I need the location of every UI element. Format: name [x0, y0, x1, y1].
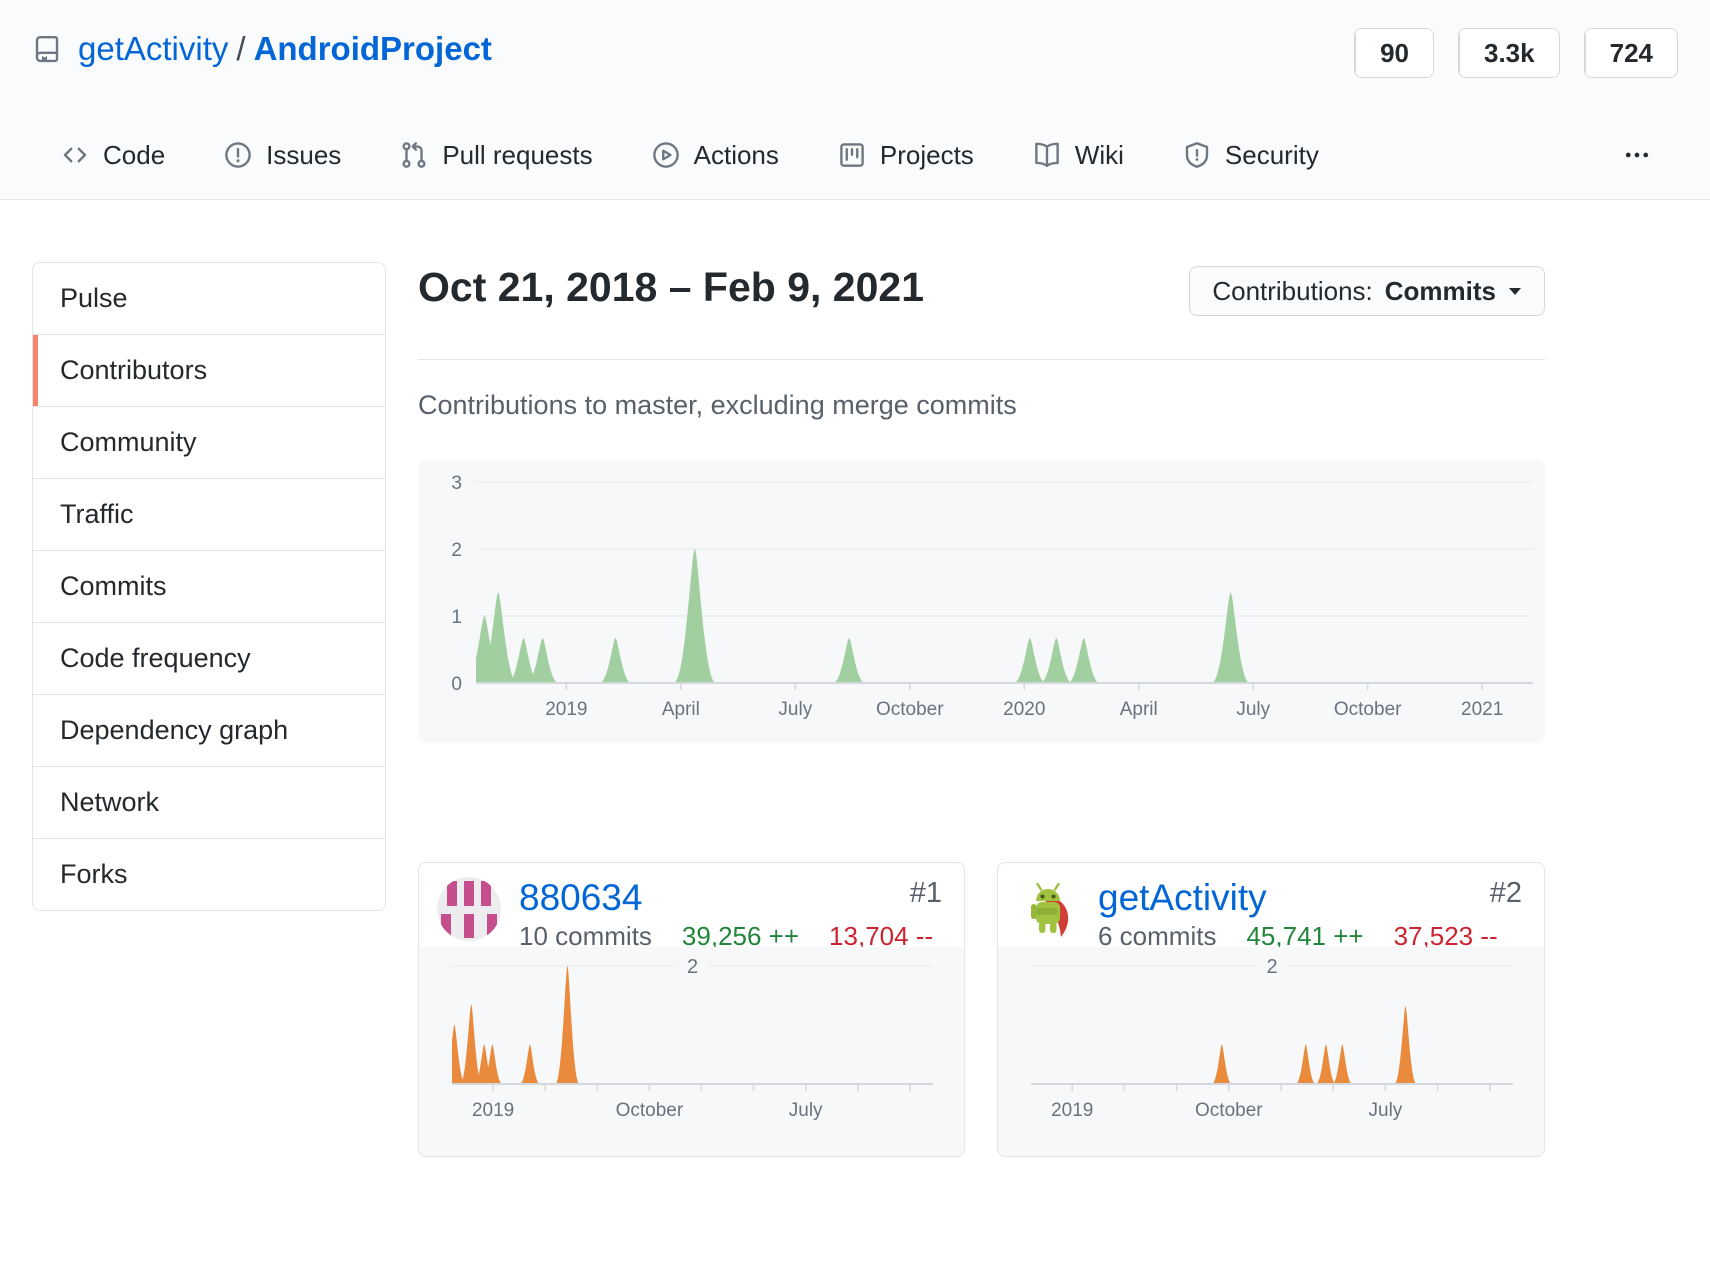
main-contributions-chart-svg: 0 1 2 3 2019 April July October 2020 April July Oct… — [418, 460, 1545, 743]
sidebar-item-network[interactable]: Network — [33, 766, 385, 838]
contributor-card-1-header: 880634 10 commits 39,256 ++ 13,704 -- #1 — [419, 863, 964, 949]
repo-title-row: getActivity/AndroidProject — [32, 30, 492, 68]
contributors-main: Oct 21, 2018 – Feb 9, 2021 Contributions… — [418, 262, 1545, 1162]
svg-text:July: July — [778, 699, 812, 720]
date-range-heading: Oct 21, 2018 – Feb 9, 2021 — [418, 264, 924, 311]
star-button-group: Star 3.3k — [1458, 28, 1560, 78]
nav-overflow-button[interactable] — [1620, 140, 1654, 170]
sidebar-item-community[interactable]: Community — [33, 406, 385, 478]
svg-text:2: 2 — [1266, 956, 1277, 978]
tab-issues-label: Issues — [266, 140, 341, 171]
svg-text:October: October — [1334, 699, 1402, 720]
book-open-icon — [1032, 140, 1062, 170]
insights-sidebar: Pulse Contributors Community Traffic Com… — [32, 262, 386, 911]
fork-button-group: Fork 724 — [1584, 28, 1678, 78]
svg-text:2019: 2019 — [545, 699, 587, 720]
filter-prefix: Contributions: — [1212, 276, 1372, 307]
sidebar-item-pulse[interactable]: Pulse — [33, 263, 385, 334]
tab-actions-label: Actions — [694, 140, 779, 171]
repo-header: getActivity/AndroidProject Unwatch 90 — [0, 0, 1710, 200]
shield-icon — [1182, 140, 1212, 170]
pull-request-icon — [399, 140, 429, 170]
tab-security-label: Security — [1225, 140, 1319, 171]
svg-text:1: 1 — [451, 607, 462, 628]
contributor-1-rank: #1 — [910, 877, 942, 910]
stars-count[interactable]: 3.3k — [1459, 29, 1559, 77]
android-avatar[interactable] — [1016, 877, 1080, 941]
tab-issues[interactable]: Issues — [223, 140, 341, 171]
contributor-2-chart-svg: 2019 October July 2 — [998, 947, 1545, 1156]
tab-pull-requests[interactable]: Pull requests — [399, 140, 592, 171]
contributor-card-1: 880634 10 commits 39,256 ++ 13,704 -- #1… — [418, 862, 965, 1157]
sidebar-item-forks[interactable]: Forks — [33, 838, 385, 910]
identicon-avatar[interactable] — [437, 877, 501, 941]
tab-actions[interactable]: Actions — [651, 140, 779, 171]
sidebar-item-contributors[interactable]: Contributors — [33, 334, 385, 406]
breadcrumb: getActivity/AndroidProject — [78, 30, 492, 68]
github-insights-contributors-page: getActivity/AndroidProject Unwatch 90 — [0, 0, 1710, 1288]
contributor-1-chart-svg: 2019 October July 2 — [419, 947, 965, 1156]
svg-text:2019: 2019 — [1051, 1100, 1093, 1121]
contributor-2-rank: #2 — [1490, 877, 1522, 910]
contributions-filter-button[interactable]: Contributions: Commits — [1189, 266, 1545, 316]
contributor-card-2-header: getActivity 6 commits 45,741 ++ 37,523 -… — [998, 863, 1544, 949]
contributor-2-username-link[interactable]: getActivity — [1098, 877, 1498, 919]
sidebar-item-commits[interactable]: Commits — [33, 550, 385, 622]
contributor-card-2: getActivity 6 commits 45,741 ++ 37,523 -… — [997, 862, 1545, 1157]
svg-text:2: 2 — [687, 956, 698, 978]
sidebar-item-code-frequency[interactable]: Code frequency — [33, 622, 385, 694]
issue-icon — [223, 140, 253, 170]
tab-wiki[interactable]: Wiki — [1032, 140, 1124, 171]
watchers-count[interactable]: 90 — [1355, 29, 1433, 77]
contributor-1-username-link[interactable]: 880634 — [519, 877, 933, 919]
svg-text:October: October — [1195, 1100, 1263, 1121]
svg-text:July: July — [789, 1100, 823, 1121]
tab-wiki-label: Wiki — [1075, 140, 1124, 171]
tab-code-label: Code — [103, 140, 165, 171]
contributor-2-chart: 2019 October July 2 — [998, 947, 1544, 1156]
svg-text:2019: 2019 — [472, 1100, 514, 1121]
watch-button-group: Unwatch 90 — [1354, 28, 1434, 78]
forks-count[interactable]: 724 — [1585, 29, 1677, 77]
play-circle-icon — [651, 140, 681, 170]
svg-text:October: October — [876, 699, 944, 720]
svg-text:3: 3 — [451, 473, 462, 494]
tab-security[interactable]: Security — [1182, 140, 1319, 171]
svg-text:2021: 2021 — [1461, 699, 1503, 720]
svg-text:April: April — [662, 699, 700, 720]
svg-text:2020: 2020 — [1003, 699, 1045, 720]
heading-divider — [418, 359, 1545, 360]
svg-text:2: 2 — [451, 540, 462, 561]
main-contributions-chart: 0 1 2 3 2019 April July October 2020 April July Oct… — [418, 460, 1545, 743]
svg-text:July: July — [1236, 699, 1270, 720]
repo-icon — [32, 34, 62, 64]
repo-action-buttons: Unwatch 90 Star 3.3k — [1354, 28, 1678, 78]
chart-subtitle: Contributions to master, excluding merge… — [418, 390, 1017, 421]
svg-text:April: April — [1120, 699, 1158, 720]
repo-separator: / — [228, 30, 253, 67]
sidebar-item-traffic[interactable]: Traffic — [33, 478, 385, 550]
tab-projects-label: Projects — [880, 140, 974, 171]
tab-pull-requests-label: Pull requests — [442, 140, 592, 171]
project-board-icon — [837, 140, 867, 170]
kebab-horizontal-icon — [1620, 140, 1654, 170]
contributor-cards: 880634 10 commits 39,256 ++ 13,704 -- #1… — [418, 862, 1545, 1157]
repo-nav: Code Issues Pull requests Actions — [60, 120, 1654, 190]
repo-owner-link[interactable]: getActivity — [78, 30, 228, 67]
contributor-1-chart: 2019 October July 2 — [419, 947, 964, 1156]
filter-value: Commits — [1385, 276, 1496, 307]
tab-projects[interactable]: Projects — [837, 140, 974, 171]
svg-text:0: 0 — [451, 674, 462, 695]
caret-down-icon — [1508, 287, 1522, 296]
tab-code[interactable]: Code — [60, 140, 165, 171]
code-icon — [60, 140, 90, 170]
svg-text:October: October — [616, 1100, 684, 1121]
sidebar-item-dependency-graph[interactable]: Dependency graph — [33, 694, 385, 766]
svg-text:July: July — [1369, 1100, 1403, 1121]
repo-name-link[interactable]: AndroidProject — [254, 30, 492, 67]
